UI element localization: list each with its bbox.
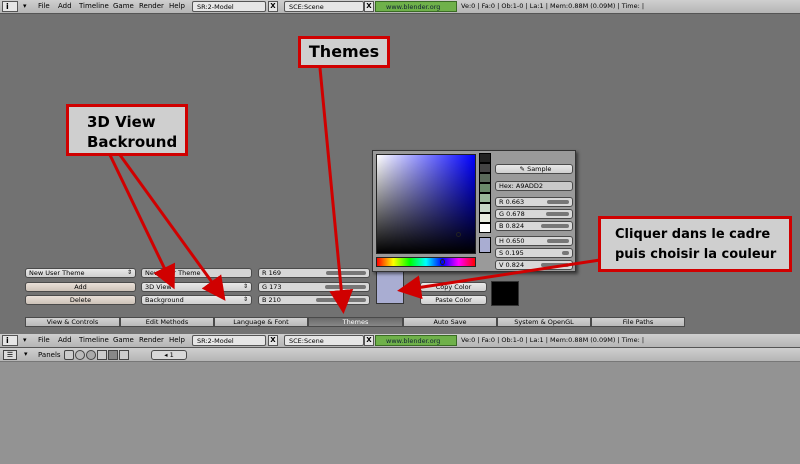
view-arrow: [108, 154, 176, 290]
view-background-callout: 3D View Backround: [66, 104, 188, 156]
themes-callout: Themes: [298, 36, 390, 68]
swatch-arrow: [397, 258, 601, 300]
click-callout: Cliquer dans le cadre puis choisir la co…: [598, 216, 792, 272]
callout-line-2: Backround: [87, 133, 178, 151]
callout-line-1: Cliquer dans le cadre: [615, 227, 771, 242]
callout-line-1: 3D View: [87, 113, 156, 131]
background-arrow: [118, 154, 226, 301]
themes-arrow: [318, 67, 354, 314]
callout-line-2: puis choisir la couleur: [615, 247, 777, 262]
